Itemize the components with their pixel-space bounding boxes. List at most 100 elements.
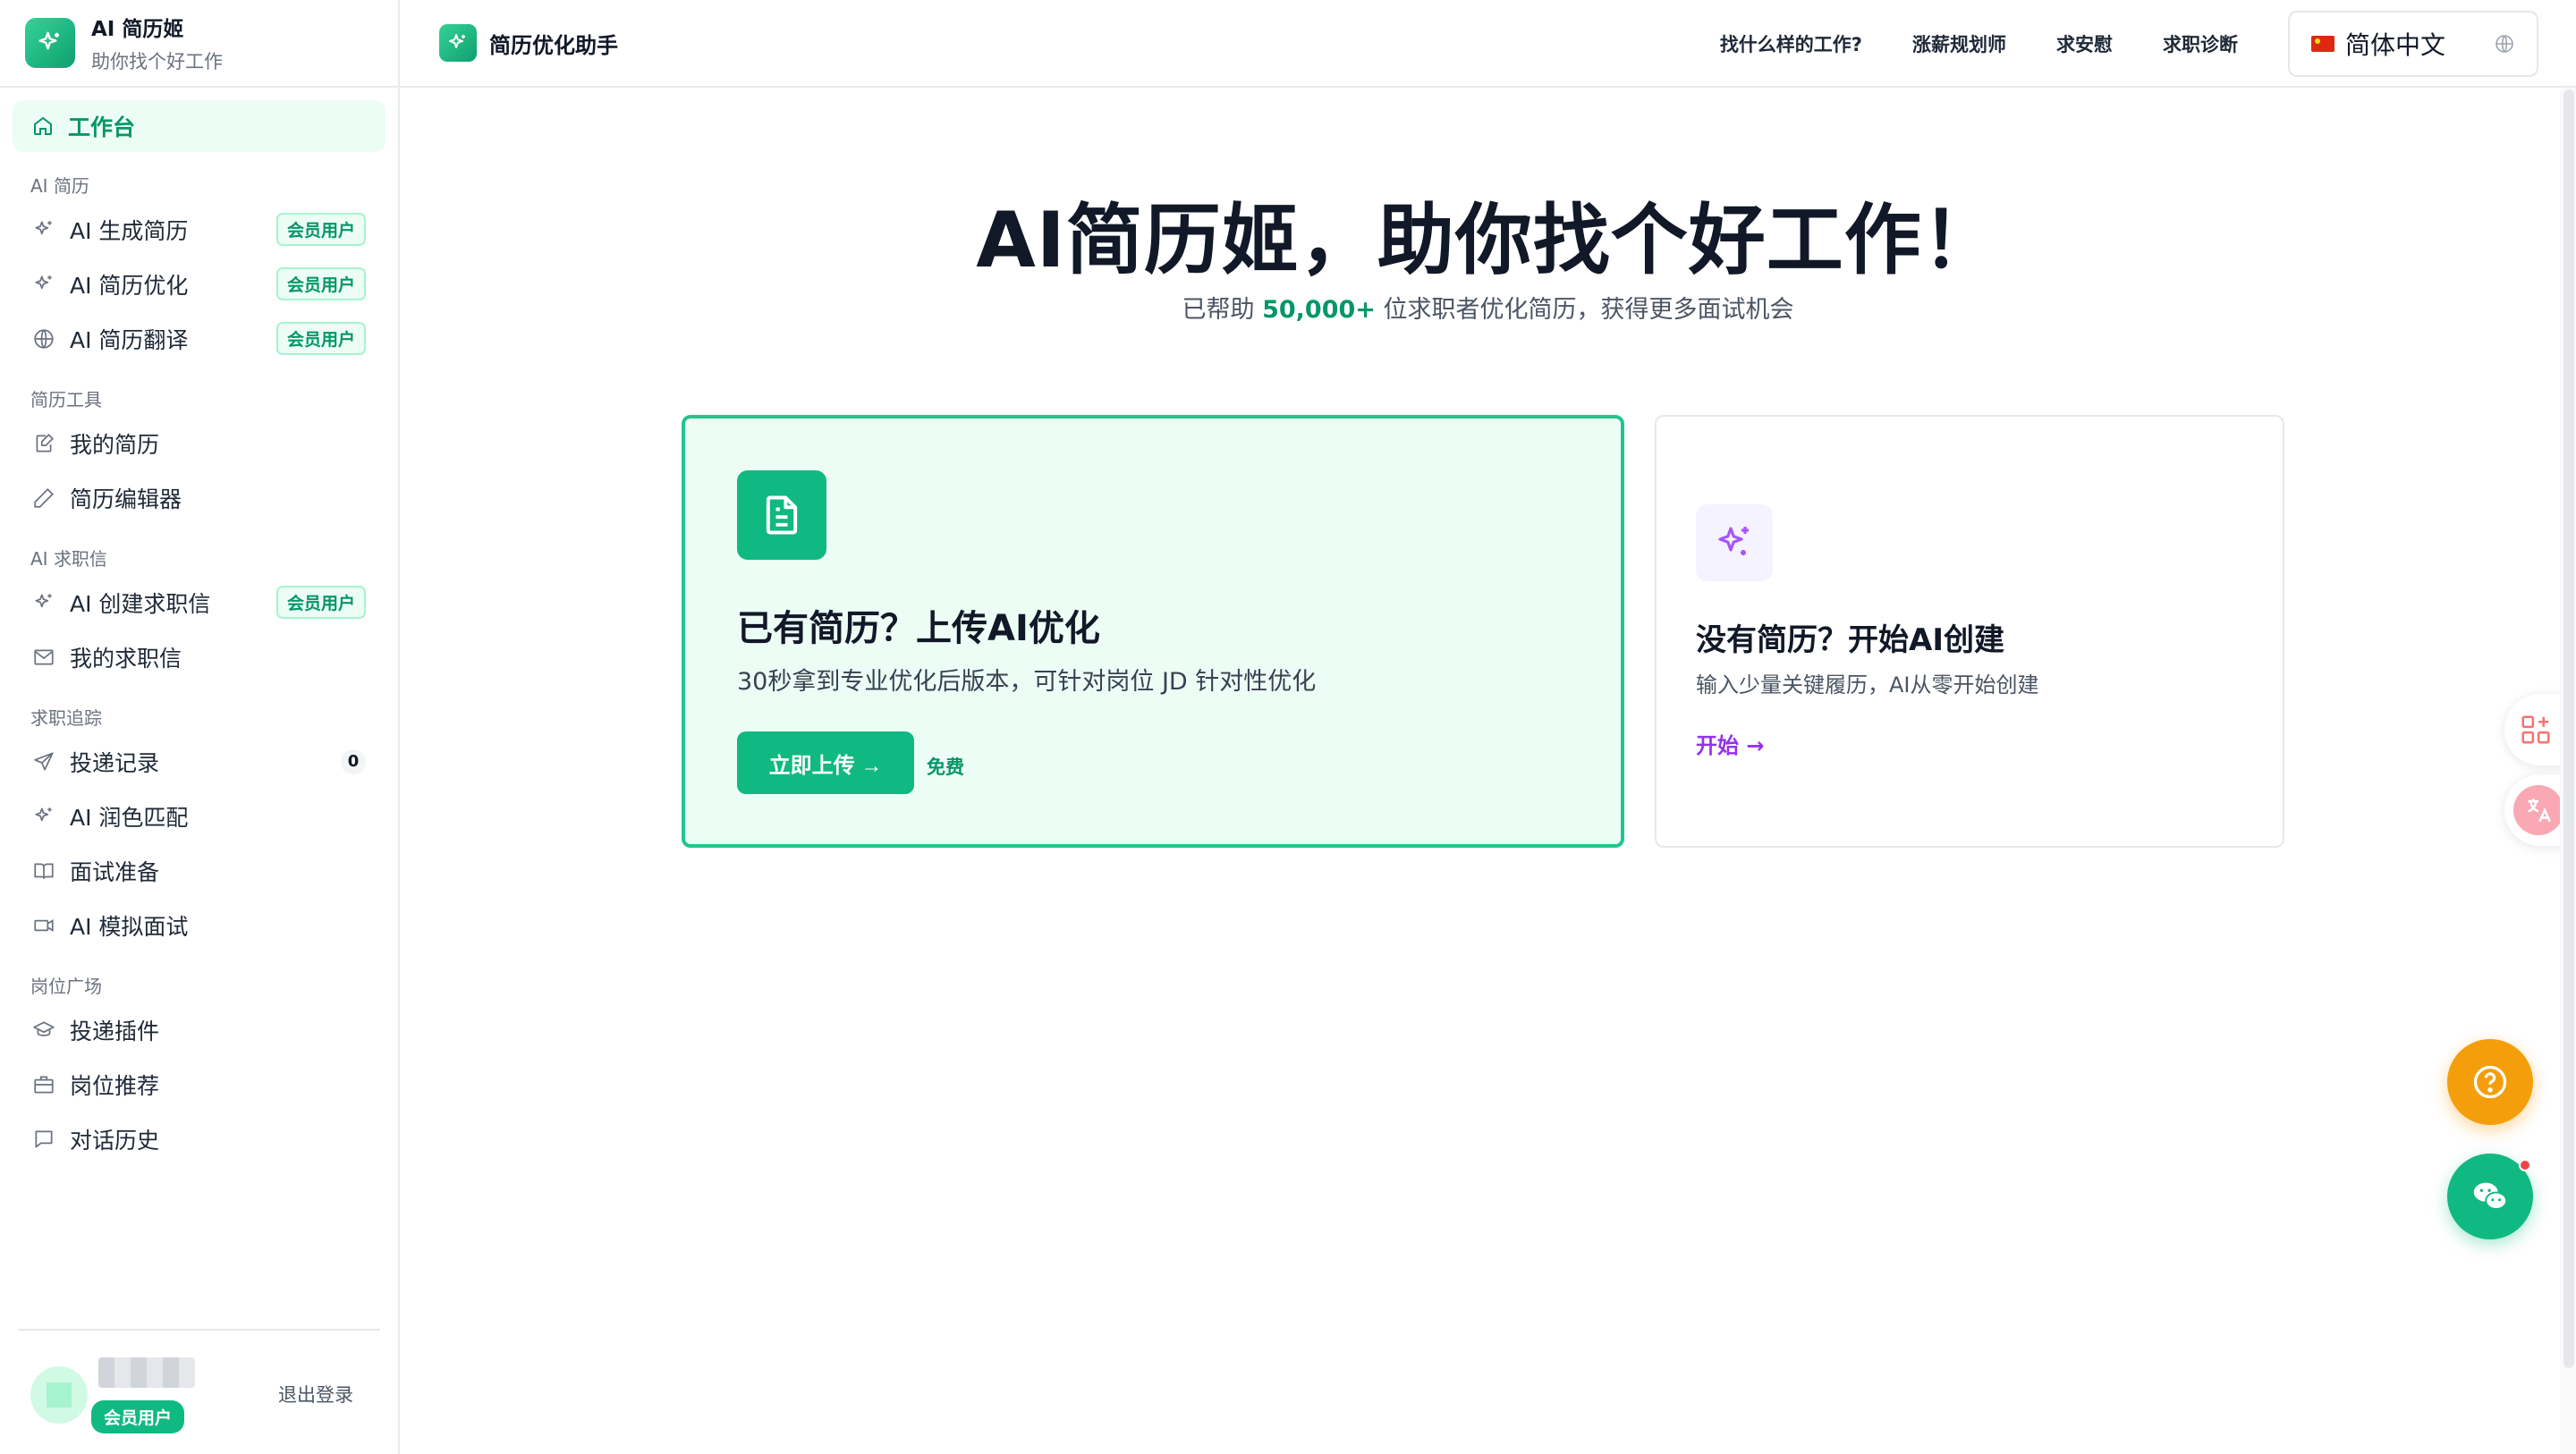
brand-logo-icon (25, 18, 75, 68)
sparkle-icon (35, 807, 52, 821)
logout-button[interactable]: 退出登录 (278, 1381, 353, 1408)
brand-title: AI 简历姬 (91, 18, 184, 41)
sidebar-item-my-resumes[interactable]: 我的简历 (13, 416, 386, 470)
brand-subtitle: 助你找个好工作 (91, 51, 223, 72)
sidebar-item-ai-generate-resume[interactable]: AI 生成简历 会员用户 (13, 202, 386, 257)
home-icon (34, 116, 52, 135)
upload-resume-card[interactable]: 已有简历？上传AI优化 30秒拿到专业优化后版本，可针对岗位 JD 针对性优化 … (682, 415, 1624, 848)
graduation-cap-icon (33, 1020, 55, 1036)
send-icon (34, 751, 54, 771)
help-button[interactable] (2447, 1039, 2533, 1125)
sidebar-item-apply-plugin[interactable]: 投递插件 (13, 1002, 386, 1057)
create-resume-card[interactable]: 没有简历？开始AI创建 输入少量关键履历，AI从零开始创建 开始 → (1655, 415, 2284, 848)
app-root: AI 简历姬 助你找个好工作 工作台 AI 简历 AI 生成简历 会员用户 AI… (0, 0, 2576, 1454)
brand[interactable]: AI 简历姬 助你找个好工作 (0, 0, 398, 88)
sparkle-icon (35, 220, 52, 234)
sidebar-item-label: 我的求职信 (70, 645, 182, 672)
language-selector[interactable]: 简体中文 (2288, 11, 2538, 77)
member-status-badge: 会员用户 (91, 1400, 185, 1433)
china-flag-icon (2311, 36, 2334, 52)
edit-doc-icon (36, 433, 54, 452)
applications-count-badge: 0 (341, 748, 366, 774)
hero-subtitle-prefix: 已帮助 (1182, 296, 1263, 324)
upload-card-description: 30秒拿到专业优化后版本，可针对岗位 JD 针对性优化 (737, 668, 1317, 696)
language-label: 简体中文 (2345, 30, 2446, 60)
translate-icon (2513, 785, 2563, 835)
sidebar-item-label: AI 创建求职信 (70, 590, 211, 617)
sidebar-group-ai-resume: AI 简历 (30, 175, 89, 197)
chat-icon (35, 1129, 53, 1148)
user-name-blurred (98, 1357, 195, 1388)
wechat-button[interactable] (2447, 1154, 2533, 1239)
sidebar-item-job-recommend[interactable]: 岗位推荐 (13, 1057, 386, 1112)
sidebar-item-label: 投递插件 (70, 1018, 160, 1044)
sidebar-item-label: 岗位推荐 (70, 1072, 160, 1099)
sidebar-item-label: AI 润色匹配 (70, 804, 189, 831)
sidebar: AI 简历姬 助你找个好工作 工作台 AI 简历 AI 生成简历 会员用户 AI… (0, 0, 400, 1454)
hero-user-count: 50,000+ (1262, 296, 1376, 324)
briefcase-icon (34, 1075, 54, 1094)
sidebar-item-ai-mock-interview[interactable]: AI 模拟面试 (13, 898, 386, 952)
sparkle-icon (35, 593, 52, 607)
sidebar-item-label: 投递记录 (70, 749, 160, 776)
wechat-icon (2473, 1182, 2508, 1210)
nav-link-job-finder[interactable]: 找什么样的工作? (1720, 30, 1862, 57)
video-icon (34, 918, 54, 932)
create-card-title: 没有简历？开始AI创建 (1696, 622, 2004, 658)
member-badge: 会员用户 (275, 267, 366, 300)
upload-card-title: 已有简历？上传AI优化 (737, 608, 1100, 649)
avatar[interactable] (30, 1366, 88, 1424)
free-label: 免费 (927, 757, 964, 778)
sidebar-group-job-tracking: 求职追踪 (30, 707, 102, 729)
sidebar-item-ai-polish-match[interactable]: AI 润色匹配 (13, 789, 386, 843)
sidebar-item-applications[interactable]: 投递记录 0 (13, 734, 386, 789)
sidebar-item-interview-prep[interactable]: 面试准备 (13, 843, 386, 898)
mail-icon (34, 649, 54, 664)
notification-dot (2519, 1159, 2531, 1171)
hero-subtitle-suffix: 位求职者优化简历，获得更多面试机会 (1375, 296, 1794, 324)
user-panel: 会员用户 退出登录 (18, 1329, 380, 1454)
nav-link-comfort[interactable]: 求安慰 (2056, 30, 2113, 57)
sparkle-icon (35, 275, 52, 289)
member-badge: 会员用户 (275, 213, 366, 246)
sidebar-item-ai-create-cover-letter[interactable]: AI 创建求职信 会员用户 (13, 575, 386, 630)
sidebar-group-resume-tools: 简历工具 (30, 389, 102, 410)
sidebar-item-label: 面试准备 (70, 858, 160, 885)
nav-link-salary-planner[interactable]: 涨薪规划师 (1912, 30, 2006, 57)
sidebar-item-my-cover-letters[interactable]: 我的求职信 (13, 630, 386, 684)
sidebar-item-label: AI 生成简历 (70, 217, 189, 244)
sidebar-item-chat-history[interactable]: 对话历史 (13, 1112, 386, 1166)
start-create-link[interactable]: 开始 → (1696, 728, 1764, 759)
header-nav: 找什么样的工作? 涨薪规划师 求安慰 求职诊断 简体中文 (1720, 0, 2576, 88)
sidebar-item-label: 对话历史 (70, 1127, 160, 1154)
sidebar-item-label: 简历编辑器 (70, 486, 182, 512)
hero-title: AI简历姬，助你找个好工作！ (976, 196, 2000, 285)
top-header: 简历优化助手 找什么样的工作? 涨薪规划师 求安慰 求职诊断 简体中文 (400, 0, 2576, 88)
apps-plus-icon (2521, 715, 2550, 744)
sidebar-item-label: 工作台 (68, 114, 136, 140)
sidebar-item-ai-translate-resume[interactable]: AI 简历翻译 会员用户 (13, 311, 386, 366)
document-icon (737, 470, 826, 560)
sidebar-group-job-plaza: 岗位广场 (30, 976, 102, 997)
hero-subtitle: 已帮助 50,000+ 位求职者优化简历，获得更多面试机会 (400, 290, 2576, 325)
sidebar-item-label: AI 简历优化 (70, 272, 189, 299)
sidebar-item-label: AI 模拟面试 (70, 913, 189, 940)
sidebar-item-dashboard[interactable]: 工作台 (13, 100, 386, 152)
page-title: 简历优化助手 (489, 32, 618, 58)
scrollbar-thumb[interactable] (2563, 89, 2574, 1368)
sidebar-item-resume-editor[interactable]: 简历编辑器 (13, 470, 386, 525)
globe-icon (34, 328, 54, 349)
assistant-logo-icon (439, 24, 477, 62)
globe-icon (2496, 35, 2513, 53)
nav-link-job-diagnosis[interactable]: 求职诊断 (2163, 30, 2238, 57)
pencil-icon (34, 487, 54, 508)
question-circle-icon (2473, 1065, 2507, 1099)
member-badge: 会员用户 (275, 322, 366, 355)
member-badge: 会员用户 (275, 586, 366, 619)
sparkle-icon (1696, 504, 1773, 581)
book-icon (34, 863, 54, 879)
upload-now-button[interactable]: 立即上传 → (737, 731, 914, 794)
sidebar-group-cover-letter: AI 求职信 (30, 548, 107, 570)
sidebar-item-ai-optimize-resume[interactable]: AI 简历优化 会员用户 (13, 257, 386, 311)
create-card-description: 输入少量关键履历，AI从零开始创建 (1696, 672, 2039, 697)
